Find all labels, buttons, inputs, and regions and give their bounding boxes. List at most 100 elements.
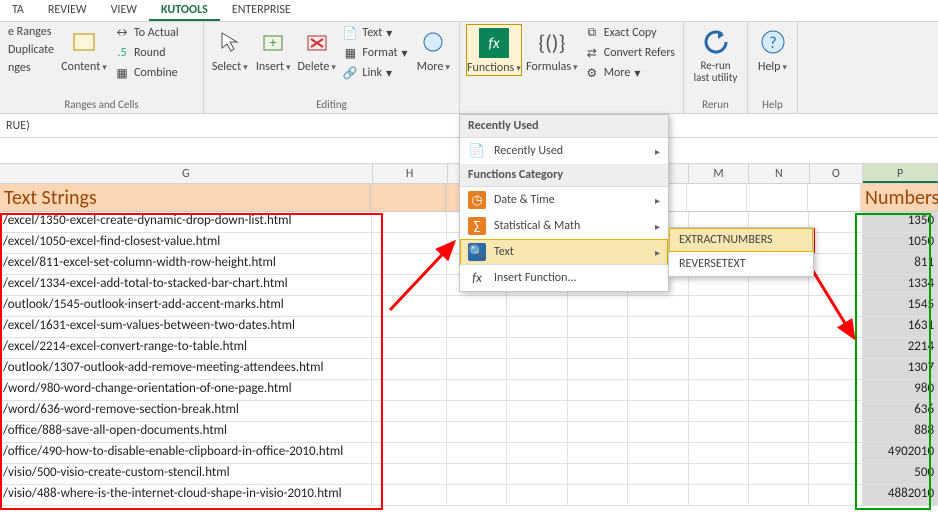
arrow-icon: ↔ [114,25,130,41]
stat-math-item[interactable]: ∑ Statistical & Math▸ [460,213,668,239]
cell-number[interactable]: 888 [863,422,938,443]
delete-icon [301,26,333,58]
link-menu[interactable]: 🔗Link ▾ [340,64,409,82]
cell-text[interactable]: /office/888-save-all-open-documents.html [0,422,372,443]
cell-number[interactable]: 1350 [863,212,938,233]
group-title-editing: Editing [210,97,453,113]
cell-text[interactable]: /visio/488-where-is-the-internet-cloud-s… [0,485,372,506]
recently-used-item[interactable]: 📄 Recently Used▸ [460,138,668,164]
cell-text[interactable]: /word/980-word-change-orientation-of-one… [0,380,372,401]
cell-text[interactable]: /word/636-word-remove-section-break.html [0,401,372,422]
more-formula[interactable]: ⚙More ▾ [582,64,677,82]
insert-icon: + [257,26,289,58]
svg-text:fx: fx [488,35,500,53]
cell-number[interactable]: 980 [863,380,938,401]
undo-icon [700,26,732,58]
cell-text[interactable]: /office/490-how-to-disable-enable-clipbo… [0,443,372,464]
col-header-m[interactable]: M [689,164,749,183]
tab-kutools[interactable]: KUTOOLS [149,0,220,21]
ranges-stack: e Ranges Duplicate nges [6,24,56,76]
combine[interactable]: ▦Combine [112,64,181,82]
gear-icon: ⚙ [584,65,600,81]
to-actual[interactable]: ↔To Actual [112,24,181,42]
col-header-n[interactable]: N [749,164,809,183]
delete-button[interactable]: Delete [297,24,336,74]
ribbon: e Ranges Duplicate nges Content ↔To Actu… [0,22,938,114]
col-header-h[interactable]: H [373,164,448,183]
cell-text[interactable]: /outlook/1307-outlook-add-remove-meeting… [0,359,372,380]
col-header-p[interactable]: P [863,164,938,183]
exact-copy[interactable]: ⧉Exact Copy [582,24,677,42]
title-numbers[interactable]: Numbers [861,184,938,212]
functions-button[interactable]: fx Functions [466,24,522,76]
group-title-help: Help [754,97,791,113]
functions-dropdown: Recently Used 📄 Recently Used▸ Functions… [459,114,669,292]
round-icon: .5 [114,45,130,61]
convert-refers[interactable]: ⇄Convert Refers [582,44,677,62]
format-menu[interactable]: ▦Format ▾ [340,44,409,62]
cell-number[interactable]: 2214 [863,338,938,359]
cell-number[interactable]: 1050 [863,233,938,254]
table-row: /office/490-how-to-disable-enable-clipbo… [0,443,938,464]
cell-number[interactable]: 1545 [863,296,938,317]
svg-text:+: + [270,34,277,51]
compare-ranges[interactable]: e Ranges [6,24,56,40]
extractnumbers-item[interactable]: EXTRACTNUMBERS [669,228,813,252]
dropdown-header-recent: Recently Used [460,115,668,138]
insert-function-item[interactable]: fx Insert Function... [460,265,668,291]
date-time-item[interactable]: ◷ Date & Time▸ [460,187,668,213]
insert-button[interactable]: + Insert [253,24,292,74]
cell-text[interactable]: /visio/500-visio-create-custom-stencil.h… [0,464,372,485]
tab-review[interactable]: REVIEW [36,0,99,21]
format-icon: ▦ [342,45,358,61]
help-icon: ? [757,26,789,58]
tab-enterprise[interactable]: ENTERPRISE [220,0,303,21]
svg-text:?: ? [769,34,776,53]
text-category-item[interactable]: 🔍 Text▸ [460,239,668,265]
more-button[interactable]: More [414,24,453,74]
cell-text[interactable]: /excel/1050-excel-find-closest-value.htm… [0,233,372,254]
content-button[interactable]: Content [60,24,108,74]
rerun-button[interactable]: Re-runlast utility [690,24,741,84]
braces-icon: {()} [536,26,568,58]
select-button[interactable]: Select [210,24,249,74]
table-row: /word/636-word-remove-section-break.html… [0,401,938,422]
group-title-ranges: Ranges and Cells [6,97,197,113]
cell-number[interactable]: 4902010 [863,443,938,464]
cell-text[interactable]: /excel/811-excel-set-column-width-row-he… [0,254,372,275]
help-button[interactable]: ? Help [754,24,791,74]
col-header-o[interactable]: O [810,164,864,183]
group-title-rerun: Rerun [690,97,741,113]
reversetext-item[interactable]: REVERSETEXT [669,252,813,276]
title-text-strings[interactable]: Text Strings [0,184,371,212]
prevent-duplicate[interactable]: Duplicate [6,42,56,58]
formulas-button[interactable]: {()} Formulas [526,24,578,74]
copy-icon: ⧉ [584,25,600,41]
cell-number[interactable]: 4882010 [863,485,938,506]
cell-number[interactable]: 500 [863,464,938,485]
cell-number[interactable]: 1307 [863,359,938,380]
search-icon: 🔍 [468,243,486,261]
cell-number[interactable]: 811 [863,254,938,275]
cell-text[interactable]: /excel/1334-excel-add-total-to-stacked-b… [0,275,372,296]
cell-number[interactable]: 1334 [863,275,938,296]
cell-text[interactable]: /excel/2214-excel-convert-range-to-table… [0,338,372,359]
table-row: /visio/500-visio-create-custom-stencil.h… [0,464,938,485]
col-header-g[interactable]: G [0,164,373,183]
cell-text[interactable]: /outlook/1545-outlook-insert-add-accent-… [0,296,372,317]
cell-number[interactable]: 1631 [863,317,938,338]
cell-text[interactable]: /excel/1631-excel-sum-values-between-two… [0,317,372,338]
chart-icon: ∑ [468,217,486,235]
copy-ranges[interactable]: nges [6,60,56,76]
text-menu[interactable]: 📄Text ▾ [340,24,409,42]
tab-data[interactable]: TA [0,0,36,21]
cell-number[interactable]: 636 [863,401,938,422]
tab-view[interactable]: VIEW [99,0,149,21]
table-row: /visio/488-where-is-the-internet-cloud-s… [0,485,938,506]
fx-small-icon: fx [468,269,486,287]
table-row: /excel/2214-excel-convert-range-to-table… [0,338,938,359]
round[interactable]: .5Round [112,44,181,62]
dropdown-header-category: Functions Category [460,164,668,187]
content-icon [68,26,100,58]
cell-text[interactable]: /excel/1350-excel-create-dynamic-drop-do… [0,212,372,233]
